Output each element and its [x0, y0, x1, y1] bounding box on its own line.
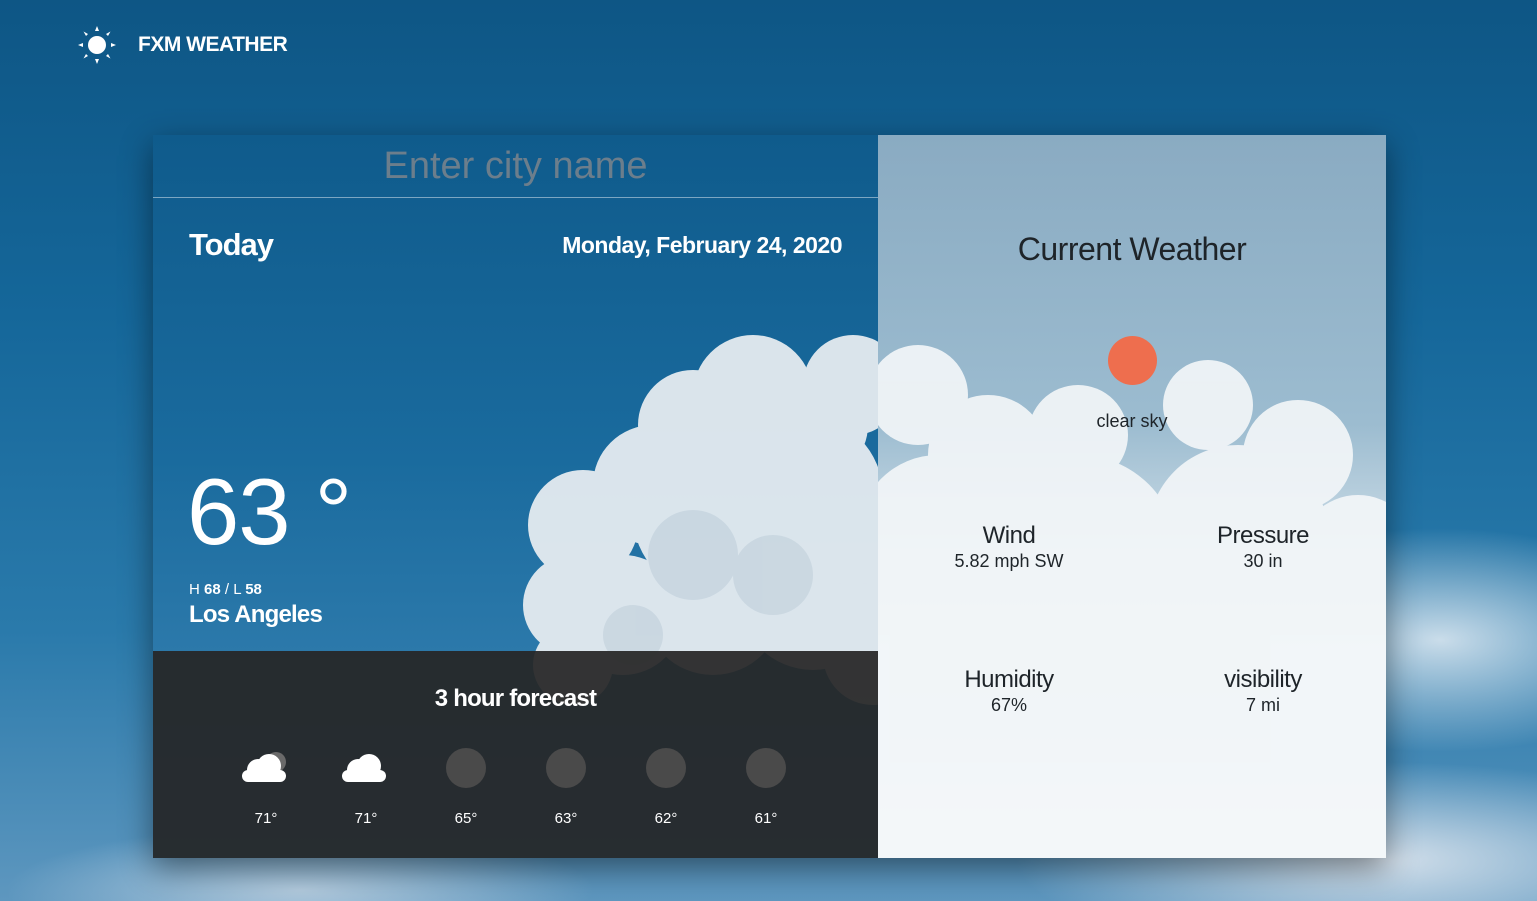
wind-value: 5.82 mph SW	[954, 551, 1064, 571]
wind-stat: Wind 5.82 mph SW	[909, 522, 1109, 572]
forecast-item: 62°	[636, 746, 696, 827]
city-search-input[interactable]	[153, 135, 878, 197]
high-low-separator: /	[224, 581, 230, 598]
high-prefix: H	[189, 581, 200, 598]
weather-description: clear sky	[1096, 411, 1168, 431]
weather-card: Today Monday, February 24, 2020 63 ° H 6…	[153, 135, 1386, 858]
forecast-item: 71°	[336, 746, 396, 827]
city-name: Los Angeles	[189, 601, 323, 628]
circle-icon	[646, 748, 686, 788]
forecast-temp: 61°	[754, 810, 778, 827]
search-bar	[153, 135, 878, 198]
forecast-item: 61°	[736, 746, 796, 827]
pressure-label: Pressure	[1216, 522, 1310, 549]
app-page: FXM WEATHER Enter city name Today Monday…	[0, 0, 1537, 901]
sun-icon	[78, 26, 116, 64]
three-hour-forecast: 3 hour forecast 71° 71° 65° 63° 62° 61°	[153, 651, 878, 858]
forecast-item: 71°	[236, 746, 296, 827]
high-low: H 68 / L 58	[189, 581, 262, 598]
forecast-temp: 71°	[254, 810, 278, 827]
pressure-value: 30 in	[1243, 551, 1283, 571]
high-temp: 68	[204, 581, 221, 598]
visibility-stat: visibility 7 mi	[1163, 666, 1363, 716]
cloud-icon	[242, 752, 286, 782]
low-temp: 58	[245, 581, 262, 598]
forecast-temp: 63°	[554, 810, 578, 827]
today-panel: Today Monday, February 24, 2020 63 ° H 6…	[153, 135, 878, 858]
circle-icon	[746, 748, 786, 788]
forecast-title: 3 hour forecast	[434, 685, 597, 712]
low-prefix: L	[233, 581, 242, 598]
brand[interactable]: FXM WEATHER	[78, 26, 288, 64]
brand-name: FXM WEATHER	[138, 33, 288, 56]
pressure-stat: Pressure 30 in	[1163, 522, 1363, 572]
circle-icon	[446, 748, 486, 788]
visibility-value: 7 mi	[1245, 695, 1280, 715]
humidity-label: Humidity	[964, 666, 1054, 693]
forecast-temp: 62°	[654, 810, 678, 827]
humidity-stat: Humidity 67%	[909, 666, 1109, 716]
current-temperature: 63 °	[187, 459, 352, 564]
cloud-icon	[342, 754, 386, 782]
circle-icon	[546, 748, 586, 788]
current-weather-panel: Current Weather clear sky Wind 5.82 mph …	[878, 135, 1386, 858]
forecast-temp: 65°	[454, 810, 478, 827]
forecast-item: 65°	[436, 746, 496, 827]
humidity-value: 67%	[990, 695, 1028, 715]
current-date: Monday, February 24, 2020	[562, 232, 842, 258]
forecast-temp: 71°	[354, 810, 378, 827]
wind-label: Wind	[982, 522, 1036, 549]
sun-dot-icon	[1108, 336, 1157, 385]
current-weather-title: Current Weather	[1017, 231, 1247, 267]
forecast-item: 63°	[536, 746, 596, 827]
today-heading: Today	[189, 227, 274, 262]
visibility-label: visibility	[1224, 666, 1302, 693]
